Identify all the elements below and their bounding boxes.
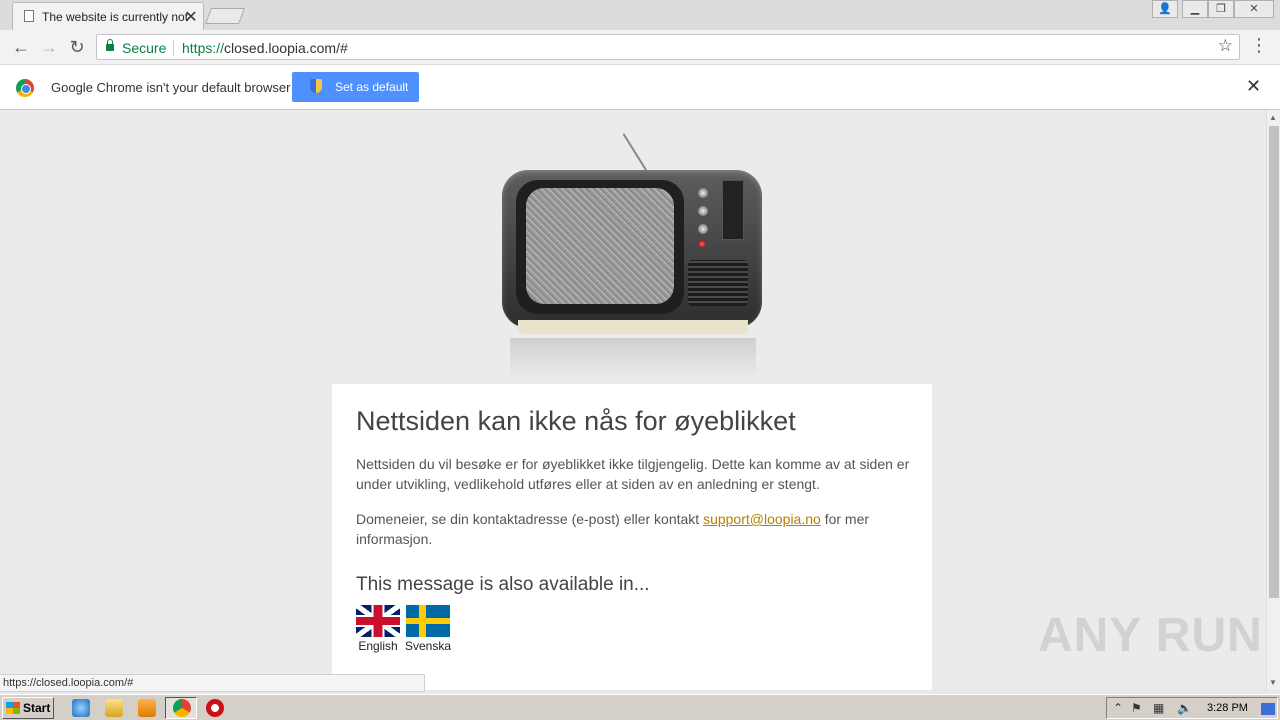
tv-knob — [698, 224, 708, 234]
tv-body — [502, 170, 762, 328]
chrome-icon — [173, 699, 191, 717]
title-bar: The website is currently not available ✕… — [0, 0, 1280, 30]
page-viewport: Nettsiden kan ikke nås for øyeblikket Ne… — [0, 110, 1266, 690]
shield-icon — [310, 79, 322, 93]
forward-icon[interactable]: → — [37, 36, 61, 60]
volume-icon[interactable]: 🔈 — [1177, 701, 1192, 715]
tv-speaker-grille — [688, 260, 748, 306]
menu-icon[interactable]: ⋮ — [1250, 35, 1268, 56]
set-as-default-label: Set as default — [335, 80, 409, 94]
tv-control-panel — [722, 180, 744, 240]
system-tray: ⌃ ⚑ ▦ 🔈 3:28 PM — [1106, 697, 1278, 719]
windows-taskbar: Start ⌃ ⚑ ▦ 🔈 3:28 PM — [0, 694, 1280, 720]
status-url-bubble: https://closed.loopia.com/# — [0, 674, 425, 692]
browser-toolbar: ← → ↻ Secure https://closed.loopia.com/#… — [0, 30, 1280, 65]
show-hidden-icons-icon[interactable]: ⌃ — [1113, 701, 1123, 715]
browser-tab[interactable]: The website is currently not available ✕ — [12, 2, 204, 30]
restore-button[interactable]: ❐ — [1208, 0, 1234, 18]
back-icon[interactable]: ← — [9, 36, 33, 60]
divider — [173, 40, 174, 56]
action-center-flag-icon[interactable]: ⚑ — [1131, 701, 1142, 715]
infobar-message: Google Chrome isn't your default browser — [51, 80, 291, 95]
message-card: Nettsiden kan ikke nås for øyeblikket Ne… — [332, 384, 932, 690]
scroll-down-arrow-icon[interactable]: ▼ — [1269, 678, 1277, 687]
show-desktop-icon[interactable] — [1261, 703, 1275, 715]
default-browser-infobar: Google Chrome isn't your default browser… — [0, 65, 1280, 110]
opera-icon[interactable] — [206, 699, 224, 717]
chrome-taskbar-button[interactable] — [165, 697, 197, 719]
page-title: Nettsiden kan ikke nås for øyeblikket — [356, 406, 796, 436]
address-bar[interactable]: Secure https://closed.loopia.com/# ☆ — [96, 34, 1240, 60]
sweden-flag-icon[interactable] — [406, 605, 450, 637]
vertical-scrollbar[interactable]: ▲ ▼ — [1266, 110, 1280, 690]
chrome-logo-icon — [16, 79, 34, 97]
start-button[interactable]: Start — [2, 697, 54, 719]
minimize-button[interactable]: ▁ — [1182, 0, 1208, 18]
uk-flag-icon[interactable] — [356, 605, 400, 637]
anyrun-watermark: ANY RUN — [1038, 609, 1263, 662]
media-player-icon[interactable] — [138, 699, 156, 717]
infobar-close-icon[interactable]: ✕ — [1246, 76, 1261, 97]
reload-icon[interactable]: ↻ — [65, 36, 89, 60]
profile-icon[interactable]: 👤 — [1152, 0, 1178, 18]
url-text[interactable]: https://closed.loopia.com/# — [182, 40, 348, 56]
tv-knob — [698, 206, 708, 216]
url-scheme: https:// — [182, 40, 225, 56]
url-host: closed.loopia.com/# — [224, 40, 348, 56]
network-icon[interactable]: ▦ — [1153, 701, 1164, 715]
scroll-thumb[interactable] — [1269, 126, 1279, 598]
file-explorer-icon[interactable] — [105, 699, 123, 717]
lock-icon — [106, 39, 114, 51]
secure-label: Secure — [122, 40, 167, 56]
set-as-default-button[interactable]: Set as default — [292, 72, 419, 102]
bookmark-star-icon[interactable]: ☆ — [1218, 36, 1233, 56]
tv-reflection — [510, 338, 756, 378]
close-window-button[interactable]: ✕ — [1234, 0, 1274, 18]
tv-power-light — [698, 240, 706, 248]
scroll-up-arrow-icon[interactable]: ▲ — [1269, 113, 1277, 122]
tv-illustration — [500, 133, 764, 378]
contact-text: Domeneier, se din kontaktadresse (e-post… — [356, 511, 704, 527]
tab-close-icon[interactable]: ✕ — [183, 7, 199, 27]
new-tab-button[interactable] — [205, 8, 245, 24]
english-link[interactable]: English — [350, 639, 406, 653]
unavailable-paragraph: Nettsiden du vil besøke er for øyeblikke… — [356, 456, 910, 492]
start-label: Start — [23, 701, 51, 715]
support-email-link[interactable]: support@loopia.no — [703, 511, 821, 527]
clock[interactable]: 3:28 PM — [1207, 702, 1248, 714]
tab-title: The website is currently not available — [42, 10, 188, 24]
windows-logo-icon — [6, 702, 20, 714]
languages-heading: This message is also available in... — [356, 574, 650, 595]
tv-base — [518, 320, 748, 334]
tv-knob — [698, 188, 708, 198]
svenska-link[interactable]: Svenska — [400, 639, 456, 653]
page-icon — [24, 10, 34, 22]
contact-paragraph: Domeneier, se din kontaktadresse (e-post… — [356, 509, 912, 549]
tv-screen-frame — [516, 180, 684, 314]
internet-explorer-icon[interactable] — [72, 699, 90, 717]
tv-static-screen — [526, 188, 674, 304]
